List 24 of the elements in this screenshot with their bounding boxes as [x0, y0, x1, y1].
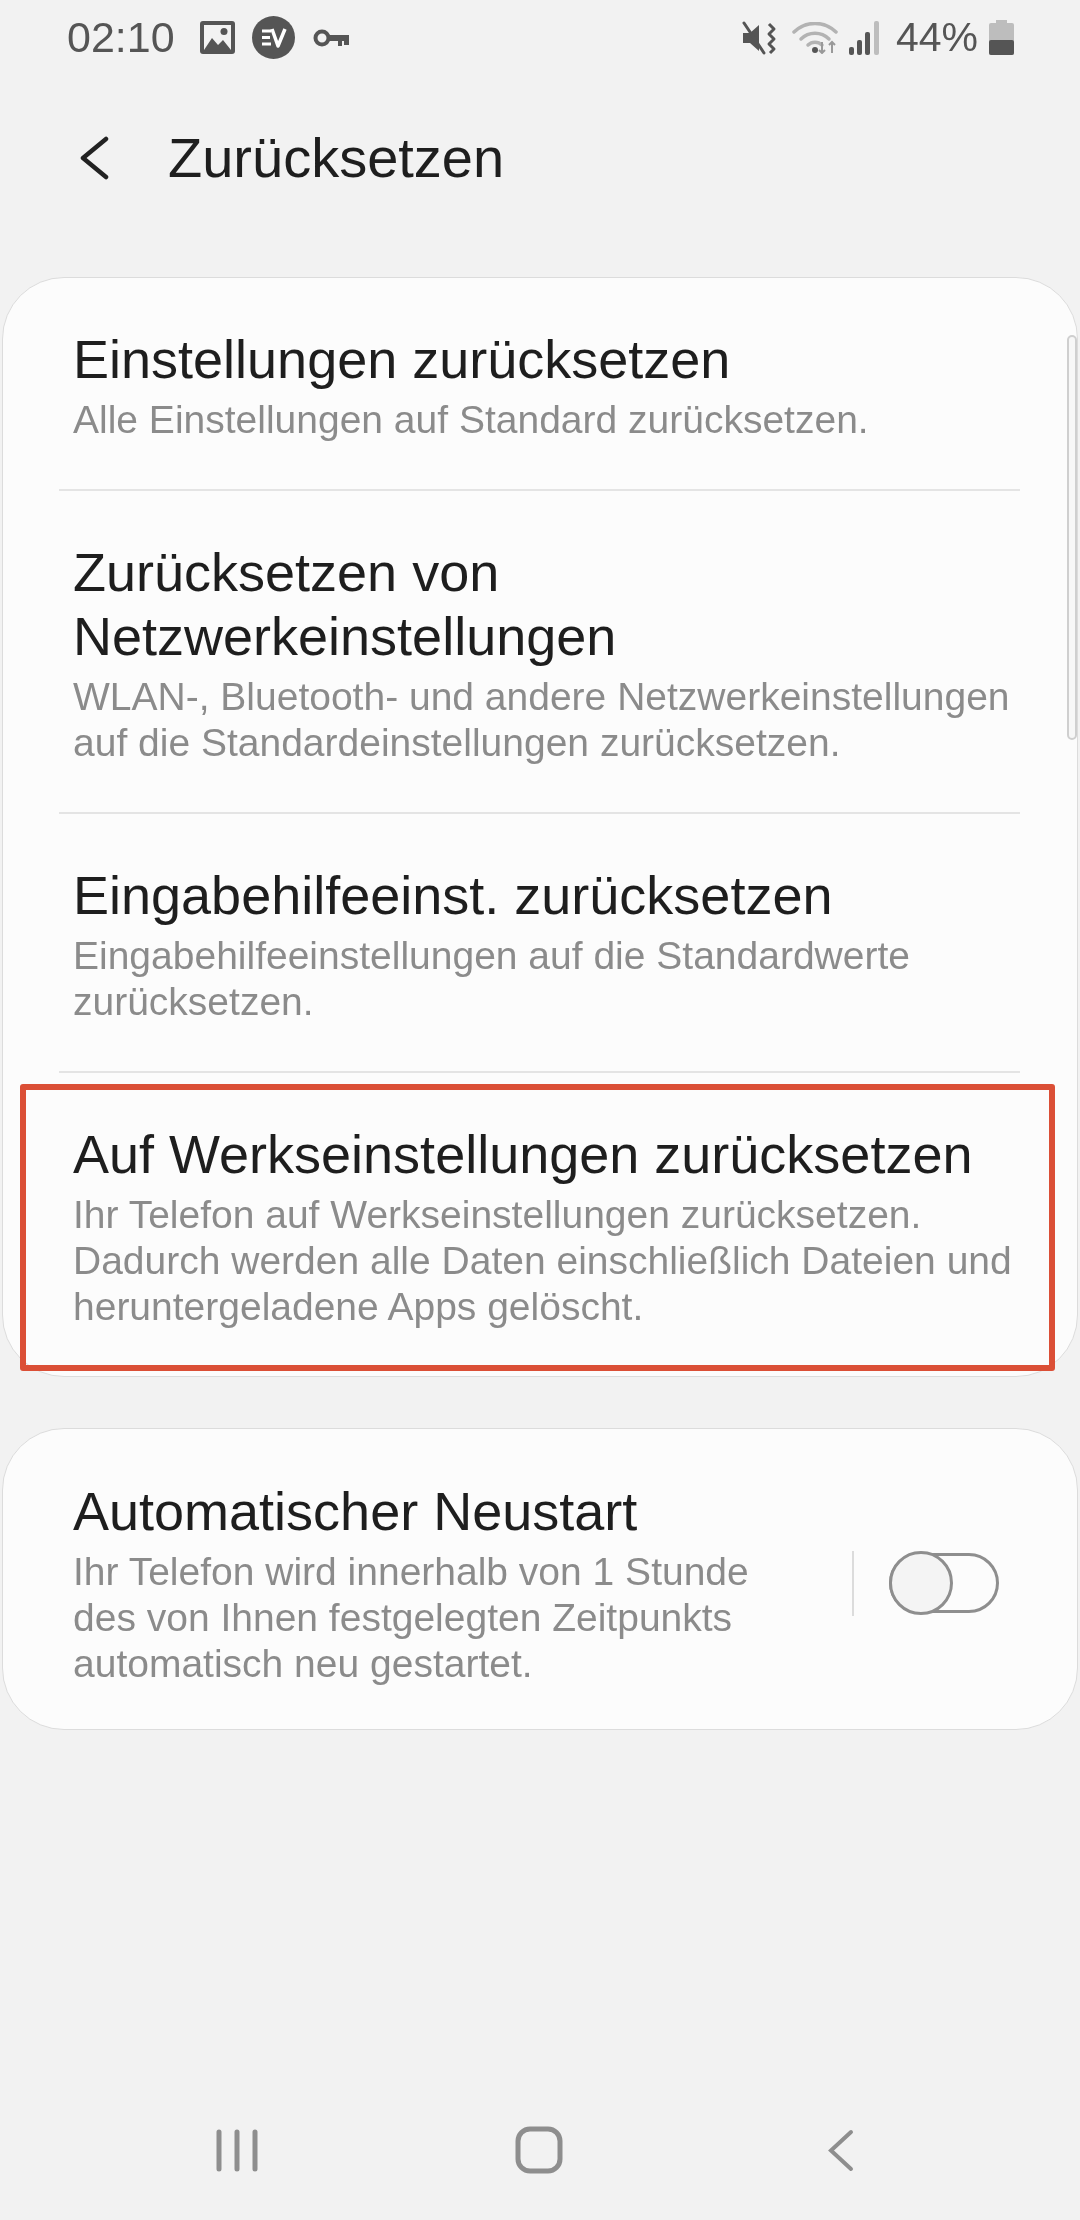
toggle-switch[interactable] [889, 1551, 999, 1615]
wifi-icon [790, 21, 839, 54]
option-description: Eingabehilfeeinstellungen auf die Standardwerte zurücksetzen. [73, 933, 911, 1025]
key-icon [312, 27, 349, 48]
home-icon[interactable] [515, 2126, 563, 2174]
option-title[interactable]: Zurücksetzen von Netzwerkeinstellungen [73, 540, 1041, 668]
page-title: Zurücksetzen [168, 125, 505, 192]
option-description: Ihr Telefon wird innerhalb von 1 Stunde des von Ihnen festgelegten Zeitpunkts automatisch neu gestartet. [73, 1549, 750, 1687]
back-icon[interactable] [78, 136, 109, 180]
option-title[interactable]: Auf Werkseinstellungen zurücksetzen [73, 1122, 1041, 1186]
option-title[interactable]: Eingabehilfeeinst. zurücksetzen [73, 863, 1041, 927]
option-description: Ihr Telefon auf Werkseinstellungen zurücksetzen. Dadurch werden alle Daten einschließlich Dateien und heruntergeladene Apps gelöscht. [73, 1192, 1013, 1330]
option-description: WLAN-, Bluetooth- und andere Netzwerkeinstellungen auf die Standardeinstellungen zurücksetzen. [73, 674, 1011, 766]
option-title[interactable]: Einstellungen zurücksetzen [73, 327, 1041, 391]
option-title[interactable]: Automatischer Neustart [73, 1479, 801, 1543]
battery-percent: 44% [895, 17, 978, 58]
recent-apps-icon[interactable] [216, 2128, 258, 2172]
battery-icon [989, 20, 1014, 55]
circle-logo-icon [251, 16, 295, 59]
option-description: Alle Einstellungen auf Standard zurücksetzen. [73, 397, 870, 443]
image-icon [199, 21, 235, 54]
signal-icon [848, 20, 881, 55]
mute-vibrate-icon [740, 19, 777, 56]
status-time: 02:10 [67, 16, 175, 59]
